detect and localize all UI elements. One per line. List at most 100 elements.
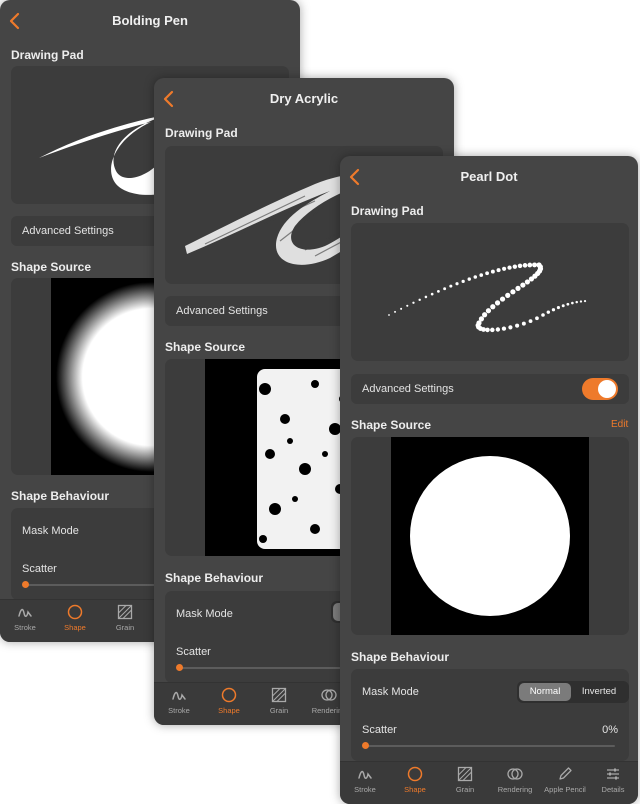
scatter-value: 0% — [602, 724, 618, 736]
tab-bar: Stroke Shape Grain Rendering Apple Penci… — [340, 761, 638, 804]
mask-normal-option[interactable]: Normal — [519, 683, 571, 701]
pearl-dot-mark-5 — [418, 298, 421, 302]
rendering-icon — [321, 689, 337, 701]
tab-shape[interactable]: Shape — [390, 766, 440, 794]
pearl-dot-mark-33 — [524, 279, 530, 285]
pearl-dot-mark-13 — [467, 277, 471, 281]
grain-icon — [271, 687, 287, 703]
mask-mode-label: Mask Mode — [362, 686, 419, 698]
pearl-dot-mark-62 — [561, 304, 565, 308]
pearl-dot-mark-0 — [388, 314, 390, 316]
advanced-settings-label: Advanced Settings — [176, 305, 268, 317]
shape-behaviour-label: Shape Behaviour — [165, 571, 264, 585]
pearl-dot-mark-58 — [541, 313, 545, 317]
pearl-dot-mark-10 — [449, 284, 453, 288]
pearl-dot-mark-11 — [455, 282, 459, 286]
rendering-icon — [507, 768, 523, 780]
pearl-dot-mark-4 — [412, 301, 415, 304]
pearl-dot-mark-61 — [556, 306, 560, 310]
pearl-dot-mark-21 — [512, 264, 518, 269]
shape-source-label: Shape Source — [351, 418, 432, 432]
stroke-icon — [18, 608, 32, 617]
drawing-pad-label: Drawing Pad — [11, 48, 84, 62]
pearl-dot-mark-60 — [551, 308, 556, 312]
pearl-dot-mark-7 — [430, 292, 434, 296]
mask-mode-label: Mask Mode — [22, 525, 79, 537]
tab-grain[interactable]: Grain — [440, 766, 490, 794]
shape-behaviour-label: Shape Behaviour — [11, 489, 110, 503]
sliders-icon — [607, 768, 619, 780]
pearl-dot-mark-41 — [485, 308, 492, 314]
grain-icon — [117, 604, 133, 620]
pearl-dot-mark-65 — [575, 300, 578, 304]
pearl-dot-mark-18 — [496, 268, 501, 273]
advanced-settings-row[interactable]: Advanced Settings — [351, 374, 629, 404]
tab-stroke[interactable]: Stroke — [0, 604, 50, 632]
drawing-pad[interactable] — [351, 223, 629, 361]
scatter-slider[interactable] — [365, 745, 615, 747]
pearl-dot-mark-42 — [482, 312, 488, 318]
stroke-icon — [172, 691, 186, 700]
shape-behaviour-label: Shape Behaviour — [351, 650, 450, 664]
pearl-dot-mark-35 — [515, 285, 521, 291]
tab-apple-pencil[interactable]: Apple Pencil — [540, 766, 590, 794]
mask-mode-segmented[interactable]: Normal Inverted — [517, 681, 629, 703]
pearl-dot-mark-3 — [406, 304, 409, 307]
scatter-label: Scatter — [176, 646, 211, 658]
pearl-dot-mark-36 — [510, 289, 516, 295]
pearl-dot-mark-59 — [546, 310, 551, 314]
shape-behaviour-card: Mask Mode Normal Inverted Scatter 0% — [351, 669, 629, 761]
pearl-dot-mark-23 — [522, 263, 528, 268]
shape-source-label: Shape Source — [11, 260, 92, 274]
tab-rendering[interactable]: Rendering — [490, 766, 540, 794]
pearl-dot-mark-1 — [394, 310, 396, 313]
scatter-slider-knob[interactable] — [176, 664, 183, 671]
mask-inverted-option[interactable]: Inverted — [571, 683, 627, 701]
pearl-dot-mark-20 — [507, 265, 512, 270]
pearl-dot-mark-56 — [528, 319, 533, 324]
pearl-dot-mark-55 — [521, 321, 526, 326]
panel-header: Pearl Dot — [340, 156, 638, 200]
tab-grain[interactable]: Grain — [100, 604, 150, 632]
pearl-dot-mark-49 — [485, 327, 490, 333]
shape-circle-icon — [67, 604, 83, 620]
pearl-dot-mark-67 — [583, 300, 587, 303]
edit-shape-link[interactable]: Edit — [611, 419, 628, 430]
tab-shape[interactable]: Shape — [204, 687, 254, 715]
pearl-dot-mark-12 — [461, 279, 465, 283]
tab-grain[interactable]: Grain — [254, 687, 304, 715]
pearl-dot-mark-24 — [527, 262, 533, 268]
toggle-thumb — [598, 380, 616, 398]
pearl-dot-mark-51 — [495, 327, 501, 332]
shape-circle-icon — [221, 687, 237, 703]
drawing-pad-label: Drawing Pad — [165, 126, 238, 140]
tab-stroke[interactable]: Stroke — [154, 687, 204, 715]
pearl-dot-mark-38 — [499, 296, 506, 302]
shape-circle-icon — [407, 766, 423, 782]
pearl-dot-mark-37 — [505, 292, 511, 298]
pearl-dot-mark-17 — [490, 269, 495, 274]
pearl-dot-mark-9 — [443, 287, 447, 291]
shape-source-label: Shape Source — [165, 340, 246, 354]
pearl-dot-mark-48 — [481, 327, 486, 332]
advanced-settings-toggle[interactable] — [582, 378, 618, 400]
pencil-icon — [559, 767, 572, 780]
tab-stroke[interactable]: Stroke — [340, 766, 390, 794]
panel-header: Dry Acrylic — [154, 78, 454, 122]
scatter-slider-knob[interactable] — [22, 581, 29, 588]
scatter-label: Scatter — [22, 563, 57, 575]
panel-header: Bolding Pen — [0, 0, 300, 44]
stroke-icon — [358, 770, 372, 779]
scatter-slider-knob[interactable] — [362, 742, 369, 749]
pearl-dot-mark-63 — [566, 302, 570, 306]
pearl-dot-mark-2 — [400, 307, 403, 310]
pearl-dot-mark-40 — [490, 304, 496, 310]
pearl-dot-mark-15 — [479, 273, 484, 277]
pearl-dot-mark-64 — [571, 301, 574, 305]
tab-details[interactable]: Details — [588, 766, 638, 794]
tab-shape[interactable]: Shape — [50, 604, 100, 632]
pearl-dot-mark-8 — [437, 289, 440, 293]
stroke-preview — [388, 262, 587, 333]
pearl-dot-mark-54 — [515, 323, 520, 328]
shape-source-box[interactable] — [351, 437, 629, 635]
